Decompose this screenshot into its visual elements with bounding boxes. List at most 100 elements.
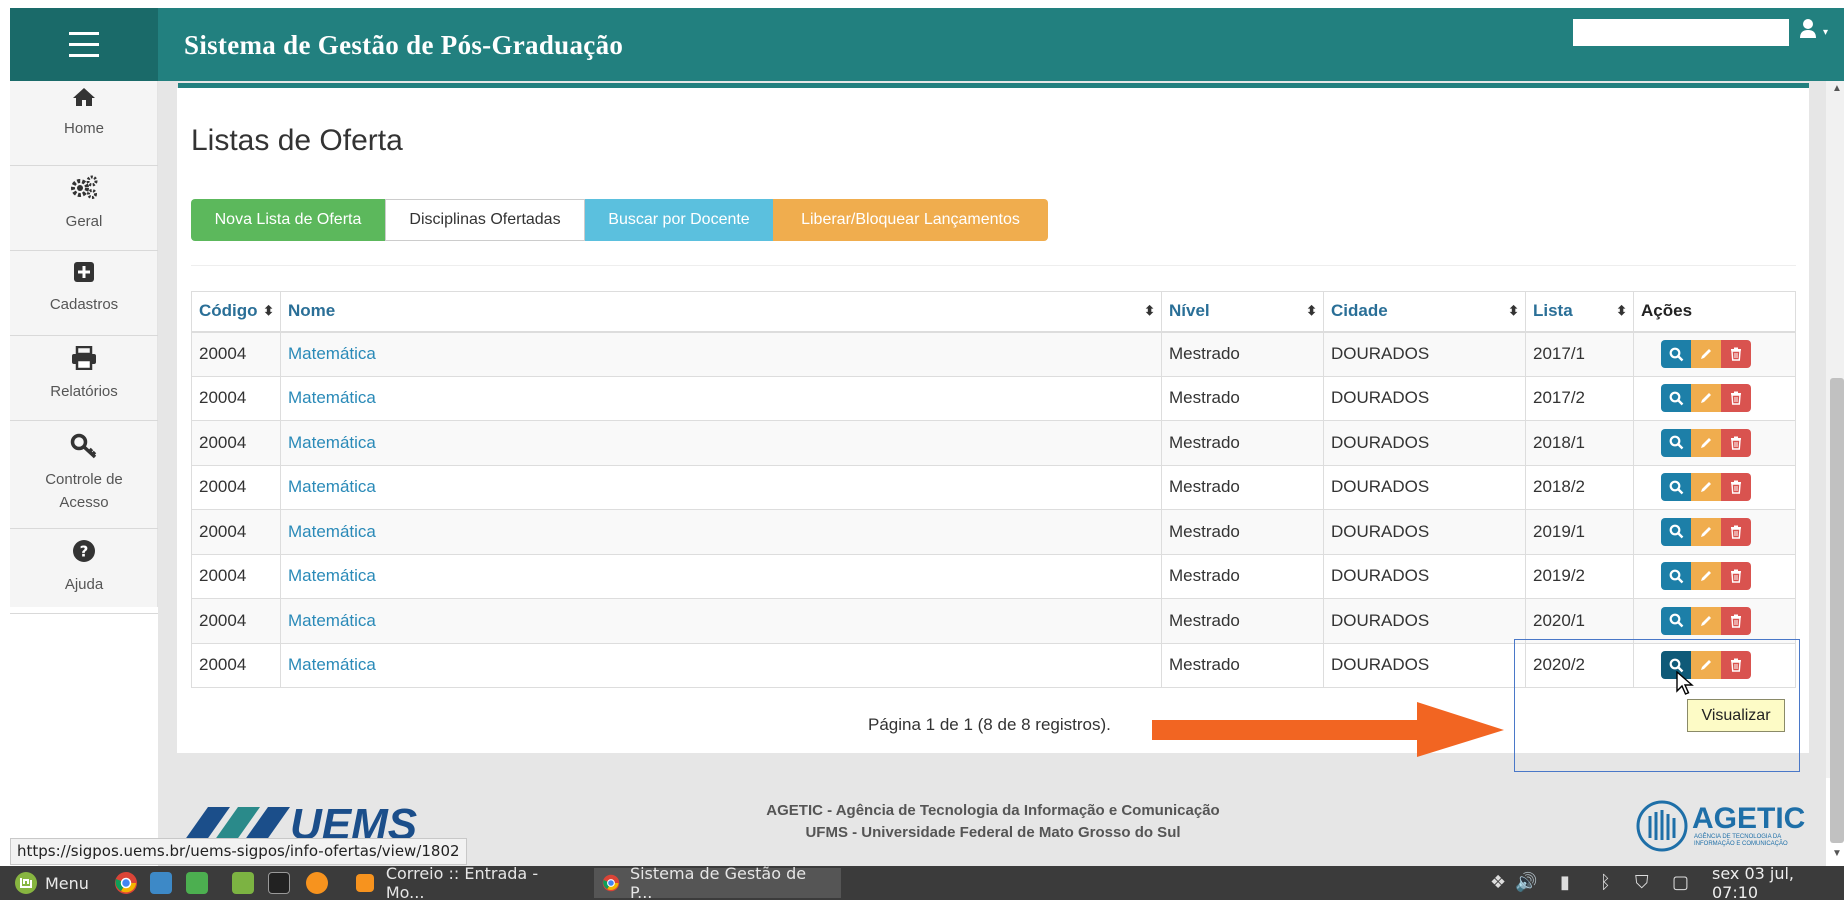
task-correio[interactable]: Correio :: Entrada - Mo... bbox=[348, 864, 588, 900]
scroll-down-arrow-icon[interactable]: ▼ bbox=[1832, 848, 1842, 859]
sidebar-item-relatorios[interactable]: Relatórios bbox=[10, 336, 158, 421]
nome-link[interactable]: Matemática bbox=[288, 433, 376, 452]
nome-link[interactable]: Matemática bbox=[288, 522, 376, 541]
delete-button[interactable] bbox=[1721, 606, 1751, 635]
sidebar-item-ajuda[interactable]: ? Ajuda bbox=[10, 529, 158, 614]
edit-button[interactable] bbox=[1691, 473, 1721, 502]
delete-button[interactable] bbox=[1721, 428, 1751, 457]
mint-menu-icon bbox=[15, 872, 37, 894]
cell-codigo: 20004 bbox=[191, 553, 281, 599]
action-buttons bbox=[1641, 428, 1788, 457]
edit-button[interactable] bbox=[1691, 562, 1721, 591]
cell-cidade: DOURADOS bbox=[1323, 642, 1526, 688]
delete-button[interactable] bbox=[1721, 340, 1751, 368]
task-sigpos[interactable]: Sistema de Gestão de P... bbox=[594, 864, 841, 900]
col-header-nome[interactable]: Nome ⬍ bbox=[280, 291, 1162, 333]
liberar-bloquear-button[interactable]: Liberar/Bloquear Lançamentos bbox=[773, 199, 1048, 241]
view-button[interactable] bbox=[1661, 340, 1691, 368]
cell-lista: 2019/2 bbox=[1525, 553, 1634, 599]
terminal-launcher-icon[interactable] bbox=[268, 866, 290, 900]
action-buttons bbox=[1641, 473, 1788, 502]
clock[interactable]: sex 03 jul, 07:10 bbox=[1712, 864, 1844, 900]
nova-lista-button[interactable]: Nova Lista de Oferta bbox=[191, 199, 385, 241]
view-button[interactable] bbox=[1661, 562, 1691, 591]
chrome-launcher-icon[interactable] bbox=[114, 866, 138, 900]
start-menu-button[interactable]: Menu bbox=[14, 866, 89, 900]
pencil-icon bbox=[1701, 482, 1711, 493]
cell-nome: Matemática bbox=[280, 420, 1162, 466]
view-button[interactable] bbox=[1661, 428, 1691, 457]
delete-button[interactable] bbox=[1721, 384, 1751, 413]
search-icon bbox=[1669, 347, 1683, 361]
battery-icon[interactable]: ▮ bbox=[1560, 872, 1570, 893]
col-header-nivel[interactable]: Nível ⬍ bbox=[1161, 291, 1324, 333]
table-row: 20004 Matemática Mestrado DOURADOS 2017/1 bbox=[191, 331, 1796, 377]
search-icon bbox=[1669, 569, 1683, 584]
sidebar-item-geral[interactable]: Geral bbox=[10, 166, 158, 251]
edit-button[interactable] bbox=[1691, 428, 1721, 457]
sidebar-item-controle-de-acesso[interactable]: Controle de Acesso bbox=[10, 421, 158, 529]
agetic-subtitle-1: AGÊNCIA DE TECNOLOGIA DA bbox=[1694, 832, 1781, 840]
edit-button[interactable] bbox=[1691, 606, 1721, 635]
sort-icon[interactable]: ⬍ bbox=[1508, 303, 1519, 319]
cell-codigo: 20004 bbox=[191, 420, 281, 466]
view-button[interactable] bbox=[1661, 384, 1691, 413]
delete-button[interactable] bbox=[1721, 562, 1751, 591]
delete-button[interactable] bbox=[1721, 473, 1751, 502]
sort-icon[interactable]: ⬍ bbox=[263, 303, 274, 319]
buscar-docente-button[interactable]: Buscar por Docente bbox=[585, 199, 773, 241]
cell-nome: Matemática bbox=[280, 331, 1162, 377]
user-name-field[interactable] bbox=[1573, 19, 1789, 46]
sort-icon[interactable]: ⬍ bbox=[1306, 303, 1317, 319]
nome-link[interactable]: Matemática bbox=[288, 344, 376, 363]
disciplinas-ofertadas-button[interactable]: Disciplinas Ofertadas bbox=[385, 199, 585, 241]
nome-link[interactable]: Matemática bbox=[288, 388, 376, 407]
hamburger-icon[interactable] bbox=[10, 8, 158, 81]
edit-button[interactable] bbox=[1691, 384, 1721, 413]
user-icon[interactable] bbox=[1800, 18, 1816, 44]
col-header-lista[interactable]: Lista ⬍ bbox=[1525, 291, 1634, 333]
sort-icon[interactable]: ⬍ bbox=[1144, 303, 1155, 319]
notifications-icon[interactable]: ▢ bbox=[1672, 872, 1689, 893]
col-header-cidade[interactable]: Cidade ⬍ bbox=[1323, 291, 1526, 333]
trash-icon bbox=[1731, 391, 1741, 405]
sidebar-item-label: Geral bbox=[65, 213, 103, 230]
scroll-up-arrow-icon[interactable]: ▲ bbox=[1832, 83, 1842, 94]
spreadsheet-launcher-icon[interactable] bbox=[186, 866, 208, 900]
firefox-launcher-icon[interactable] bbox=[306, 866, 328, 900]
cell-lista: 2018/2 bbox=[1525, 464, 1634, 510]
search-icon bbox=[1669, 391, 1683, 406]
divider bbox=[191, 265, 1796, 266]
dropbox-icon[interactable]: ❖ bbox=[1490, 872, 1506, 893]
nome-link[interactable]: Matemática bbox=[288, 611, 376, 630]
nome-link[interactable]: Matemática bbox=[288, 655, 376, 674]
files-launcher-icon[interactable] bbox=[232, 866, 254, 900]
sidebar-item-cadastros[interactable]: Cadastros bbox=[10, 251, 158, 336]
cell-codigo: 20004 bbox=[191, 509, 281, 555]
bluetooth-icon[interactable]: ᛒ bbox=[1600, 872, 1611, 893]
shield-icon[interactable]: ⛉ bbox=[1635, 872, 1649, 893]
edit-button[interactable] bbox=[1691, 340, 1721, 368]
scrollbar-thumb[interactable] bbox=[1830, 378, 1844, 843]
chevron-down-icon[interactable]: ▾ bbox=[1823, 27, 1828, 38]
volume-icon[interactable]: 🔊 bbox=[1515, 872, 1537, 893]
edit-button[interactable] bbox=[1691, 517, 1721, 546]
screenshot-launcher-icon[interactable] bbox=[150, 866, 172, 900]
search-icon bbox=[1669, 613, 1683, 628]
app-title: Sistema de Gestão de Pós-Graduação bbox=[184, 30, 624, 60]
cell-lista: 2017/1 bbox=[1525, 331, 1634, 377]
key-icon bbox=[10, 433, 158, 464]
nome-link[interactable]: Matemática bbox=[288, 477, 376, 496]
view-button[interactable] bbox=[1661, 517, 1691, 546]
delete-button[interactable] bbox=[1721, 517, 1751, 546]
view-button[interactable] bbox=[1661, 606, 1691, 635]
sort-icon[interactable]: ⬍ bbox=[1616, 303, 1627, 319]
trash-icon bbox=[1731, 480, 1741, 494]
col-header-codigo[interactable]: Código ⬍ bbox=[191, 291, 281, 333]
status-bar-url: https://sigpos.uems.br/uems-sigpos/info-… bbox=[10, 838, 467, 865]
printer-icon bbox=[10, 345, 158, 375]
view-button[interactable] bbox=[1661, 473, 1691, 502]
table-header-row: Código ⬍ Nome ⬍ Nível ⬍ Cidade ⬍ Lista ⬍ Açõe… bbox=[191, 291, 1796, 333]
nome-link[interactable]: Matemática bbox=[288, 566, 376, 585]
sidebar-item-home[interactable]: Home bbox=[10, 86, 158, 166]
